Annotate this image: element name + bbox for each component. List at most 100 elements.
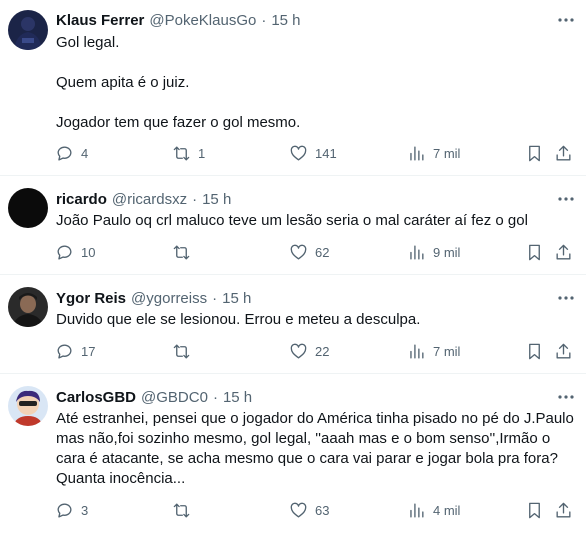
share-button[interactable]	[554, 501, 573, 520]
user-handle[interactable]: @GBDC0	[141, 389, 208, 406]
reply-count: 3	[81, 503, 89, 518]
retweet-icon	[173, 146, 190, 161]
display-name[interactable]: Klaus Ferrer	[56, 12, 144, 29]
tweet-text-line: Gol legal.	[56, 34, 120, 51]
views-icon	[410, 146, 424, 161]
bookmark-button[interactable]	[525, 243, 544, 262]
tweet-text-line	[56, 93, 576, 113]
like-count: 63	[315, 503, 330, 518]
reply-count: 17	[81, 344, 96, 359]
more-options-icon[interactable]	[556, 189, 576, 209]
tweet-text-line: cara é atacante, se acha mesmo que o car…	[56, 450, 558, 467]
display-name[interactable]: CarlosGBD	[56, 389, 136, 406]
reply-button[interactable]: 4	[55, 144, 88, 163]
retweet-button[interactable]	[172, 501, 198, 520]
display-name[interactable]: ricardo	[56, 191, 107, 208]
tweet-text-line: Jogador tem que fazer o gol mesmo.	[56, 114, 301, 131]
tweet-text-line: mas não,foi sozinho mesmo, gol legal, ''…	[56, 430, 551, 447]
avatar[interactable]	[8, 10, 48, 50]
tweet-text-line	[56, 53, 576, 73]
reply-button[interactable]: 3	[55, 501, 88, 520]
retweet-count: 1	[198, 146, 206, 161]
retweet-button[interactable]: 1	[172, 144, 205, 163]
views-button[interactable]: 7 mil	[407, 342, 460, 361]
reply-button[interactable]: 17	[55, 342, 95, 361]
avatar[interactable]	[8, 188, 48, 228]
like-button[interactable]: 22	[289, 342, 329, 361]
tweet-text-line: Quem apita é o juiz.	[56, 74, 190, 91]
views-button[interactable]: 4 mil	[407, 501, 460, 520]
reply-count: 10	[81, 245, 96, 260]
views-icon	[410, 245, 424, 260]
tweet-card[interactable]: ricardo @ricardsxz · 15 h João Paulo oq …	[0, 176, 586, 275]
user-handle[interactable]: @ricardsxz	[112, 191, 187, 208]
share-icon	[556, 502, 571, 518]
views-count: 4 mil	[433, 503, 461, 518]
share-button[interactable]	[554, 243, 573, 262]
timestamp[interactable]: 15 h	[271, 12, 300, 29]
bookmark-button[interactable]	[525, 144, 544, 163]
heart-icon	[290, 244, 307, 260]
tweet-text: Gol legal. Quem apita é o juiz. Jogador …	[56, 33, 576, 133]
separator-dot: ·	[192, 190, 198, 208]
share-icon	[556, 145, 571, 161]
tweet-header: ricardo @ricardsxz · 15 h	[56, 189, 231, 209]
tweet-text-line: Duvido que ele se lesionou. Errou e mete…	[56, 311, 421, 328]
avatar[interactable]	[8, 287, 48, 327]
tweet-header: Ygor Reis @ygorreiss · 15 h	[56, 288, 251, 308]
like-button[interactable]: 141	[289, 144, 337, 163]
reply-button[interactable]: 10	[55, 243, 95, 262]
separator-dot: ·	[261, 11, 267, 29]
bookmark-icon	[529, 502, 540, 519]
reply-icon	[57, 146, 72, 161]
share-icon	[556, 244, 571, 260]
action-bar: 3 63 4 mil	[0, 501, 586, 521]
like-button[interactable]: 63	[289, 501, 329, 520]
bookmark-icon	[529, 343, 540, 360]
action-bar: 17 22 7 mil	[0, 342, 586, 362]
more-options-icon[interactable]	[556, 288, 576, 308]
views-count: 9 mil	[433, 245, 461, 260]
share-icon	[556, 343, 571, 359]
tweet-text: Duvido que ele se lesionou. Errou e mete…	[56, 310, 576, 330]
views-count: 7 mil	[433, 146, 461, 161]
bookmark-icon	[529, 244, 540, 261]
separator-dot: ·	[212, 289, 218, 307]
tweet-card[interactable]: CarlosGBD @GBDC0 · 15 h Até estranhei, p…	[0, 374, 586, 533]
user-handle[interactable]: @PokeKlausGo	[149, 12, 256, 29]
bookmark-button[interactable]	[525, 501, 544, 520]
like-button[interactable]: 62	[289, 243, 329, 262]
tweet-card[interactable]: Ygor Reis @ygorreiss · 15 h Duvido que e…	[0, 275, 586, 374]
bookmark-button[interactable]	[525, 342, 544, 361]
views-button[interactable]: 9 mil	[407, 243, 460, 262]
timestamp[interactable]: 15 h	[202, 191, 231, 208]
more-options-icon[interactable]	[556, 387, 576, 407]
separator-dot: ·	[212, 388, 218, 406]
views-icon	[410, 503, 424, 518]
views-button[interactable]: 7 mil	[407, 144, 460, 163]
display-name[interactable]: Ygor Reis	[56, 290, 126, 307]
tweet-header: CarlosGBD @GBDC0 · 15 h	[56, 387, 252, 407]
heart-icon	[290, 145, 307, 161]
like-count: 141	[315, 146, 337, 161]
reply-icon	[57, 503, 72, 518]
reply-icon	[57, 245, 72, 260]
retweet-button[interactable]	[172, 342, 198, 361]
share-button[interactable]	[554, 144, 573, 163]
heart-icon	[290, 502, 307, 518]
more-options-icon[interactable]	[556, 10, 576, 30]
tweet-card[interactable]: Klaus Ferrer @PokeKlausGo · 15 h Gol leg…	[0, 0, 586, 176]
share-button[interactable]	[554, 342, 573, 361]
retweet-button[interactable]	[172, 243, 198, 262]
heart-icon	[290, 343, 307, 359]
tweet-text-line: João Paulo oq crl maluco teve um lesão s…	[56, 212, 528, 229]
like-count: 62	[315, 245, 330, 260]
timestamp[interactable]: 15 h	[223, 389, 252, 406]
views-count: 7 mil	[433, 344, 461, 359]
tweet-text: Até estranhei, pensei que o jogador do A…	[56, 409, 576, 489]
timestamp[interactable]: 15 h	[222, 290, 251, 307]
user-handle[interactable]: @ygorreiss	[131, 290, 207, 307]
like-count: 22	[315, 344, 330, 359]
avatar[interactable]	[8, 386, 48, 426]
reply-count: 4	[81, 146, 89, 161]
